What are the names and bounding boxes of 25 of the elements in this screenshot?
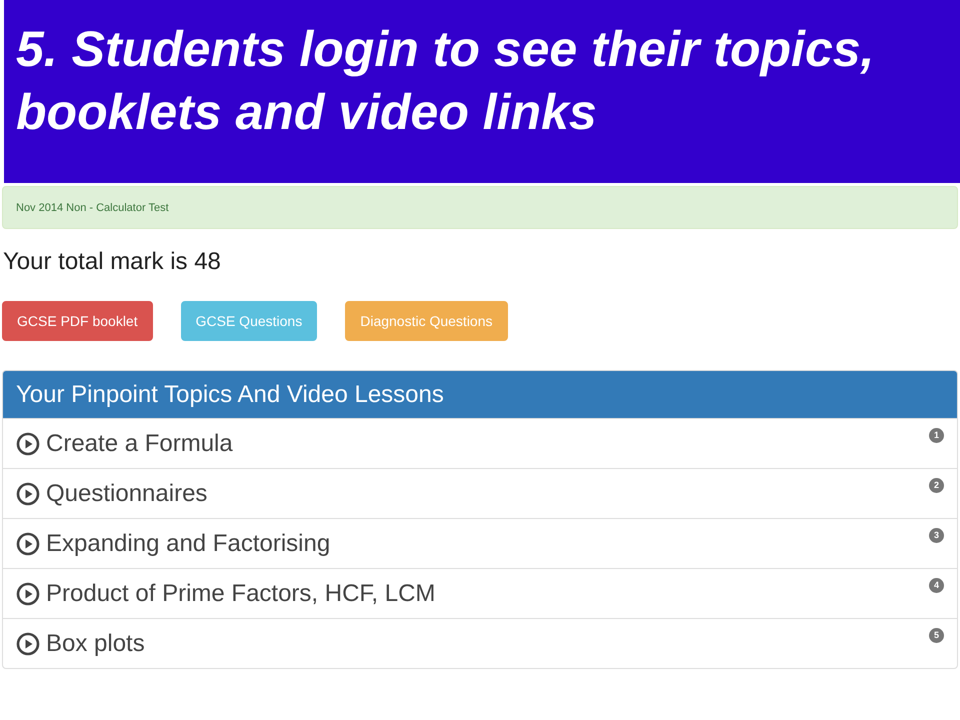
topic-item[interactable]: Create a Formula 1 [3, 418, 957, 468]
topic-label: Expanding and Factorising [46, 529, 332, 559]
topic-item[interactable]: Questionnaires 2 [3, 468, 957, 518]
play-circle-icon [16, 582, 40, 606]
topic-item[interactable]: Expanding and Factorising 3 [3, 518, 957, 568]
total-mark: Your total mark is 48 [3, 248, 222, 276]
slide-title: 5. Students login to see their topics, booklets and video links [16, 20, 876, 142]
panel-heading: Your Pinpoint Topics And Video Lessons [3, 371, 957, 418]
topic-label: Create a Formula [46, 429, 234, 459]
topic-label: Product of Prime Factors, HCF, LCM [46, 579, 436, 609]
play-circle-icon [16, 432, 40, 456]
topic-item[interactable]: Box plots 5 [3, 618, 957, 668]
play-circle-icon [16, 482, 40, 506]
topic-number-badge: 4 [929, 578, 944, 593]
topic-number-badge: 2 [929, 478, 944, 493]
test-alert: Nov 2014 Non - Calculator Test [2, 186, 958, 229]
topic-number-badge: 3 [929, 528, 944, 543]
topic-label: Questionnaires [46, 479, 208, 509]
play-circle-icon [16, 632, 40, 656]
resource-button[interactable]: GCSE PDF booklet [2, 301, 153, 341]
topic-number-badge: 5 [929, 628, 944, 643]
play-circle-icon [16, 532, 40, 556]
topic-number-badge: 1 [929, 428, 944, 443]
topic-label: Box plots [46, 629, 146, 659]
topic-item[interactable]: Product of Prime Factors, HCF, LCM 4 [3, 568, 957, 618]
